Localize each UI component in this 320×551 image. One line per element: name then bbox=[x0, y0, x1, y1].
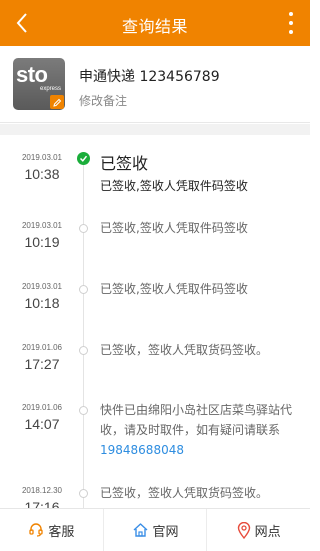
detail-line: 快件已由绵阳小岛社区店菜鸟驿站代 bbox=[100, 403, 293, 417]
tracking-timeline: 2019.03.01 10:38 已签收 已签收,签收人凭取件码签收 2019.… bbox=[0, 135, 310, 508]
outlets-label: 网点 bbox=[254, 524, 281, 540]
entry-detail: 已签收,签收人凭取件码签收 bbox=[100, 221, 248, 235]
entry-time: 17:27 bbox=[24, 356, 60, 372]
entry-detail: 已签收,签收人凭取件码签收 bbox=[100, 282, 248, 296]
entry-time: 17:16 bbox=[24, 499, 60, 508]
outlets-button[interactable]: 网点 bbox=[206, 509, 310, 551]
timeline-dot-icon bbox=[79, 346, 88, 355]
entry-time: 14:07 bbox=[24, 416, 60, 432]
top-bar: 查询结果 bbox=[0, 0, 310, 46]
tracking-number: 申通快递 123456789 bbox=[79, 69, 220, 85]
entry-detail: 快件已由绵阳小岛社区店菜鸟驿站代 收，请及时取件，如有疑问请联系 1984868… bbox=[100, 400, 300, 460]
location-pin-icon bbox=[237, 521, 250, 539]
logo-text: sto bbox=[16, 62, 48, 87]
customer-service-label: 客服 bbox=[48, 524, 75, 540]
detail-line: 收，请及时取件，如有疑问请联系 bbox=[100, 423, 281, 437]
timeline-dot-icon bbox=[79, 224, 88, 233]
more-dot-icon bbox=[289, 12, 293, 16]
headset-icon bbox=[29, 523, 43, 537]
official-website-label: 官网 bbox=[152, 524, 179, 540]
edit-remark-link[interactable]: 修改备注 bbox=[79, 92, 127, 109]
page-title: 查询结果 bbox=[121, 17, 188, 36]
more-dot-icon bbox=[289, 21, 293, 25]
section-divider bbox=[0, 124, 310, 135]
entry-time: 10:18 bbox=[24, 295, 60, 311]
logo-subtext: express bbox=[39, 86, 61, 92]
entry-date: 2019.03.01 bbox=[21, 282, 63, 291]
entry-status: 已签收 bbox=[100, 154, 149, 173]
edit-icon bbox=[50, 95, 64, 109]
check-icon bbox=[77, 152, 90, 165]
timeline-dot-icon bbox=[79, 285, 88, 294]
more-menu-button[interactable] bbox=[282, 10, 300, 36]
entry-date: 2018.12.30 bbox=[21, 486, 63, 495]
timeline-line bbox=[83, 157, 84, 508]
official-website-button[interactable]: 官网 bbox=[102, 509, 207, 551]
entry-detail: 已签收，签收人凭取货码签收。 bbox=[100, 486, 269, 500]
entry-date: 2019.01.06 bbox=[21, 343, 63, 352]
timeline-dot-icon bbox=[79, 406, 88, 415]
timeline-dot-icon bbox=[79, 489, 88, 498]
bottom-action-bar: 客服 官网 网点 bbox=[0, 508, 310, 551]
phone-link[interactable]: 19848688048 bbox=[100, 440, 300, 460]
courier-logo[interactable]: sto express bbox=[13, 58, 65, 110]
entry-date: 2019.03.01 bbox=[21, 153, 63, 162]
courier-card: sto express 申通快递 123456789 修改备注 bbox=[0, 46, 310, 123]
entry-date: 2019.01.06 bbox=[21, 403, 63, 412]
home-icon bbox=[133, 523, 147, 537]
entry-detail: 已签收，签收人凭取货码签收。 bbox=[100, 343, 269, 357]
entry-time: 10:19 bbox=[24, 234, 60, 250]
entry-date: 2019.03.01 bbox=[21, 221, 63, 230]
more-dot-icon bbox=[289, 30, 293, 34]
customer-service-button[interactable]: 客服 bbox=[0, 509, 103, 551]
entry-detail: 已签收,签收人凭取件码签收 bbox=[100, 179, 248, 193]
entry-time: 10:38 bbox=[24, 166, 60, 182]
